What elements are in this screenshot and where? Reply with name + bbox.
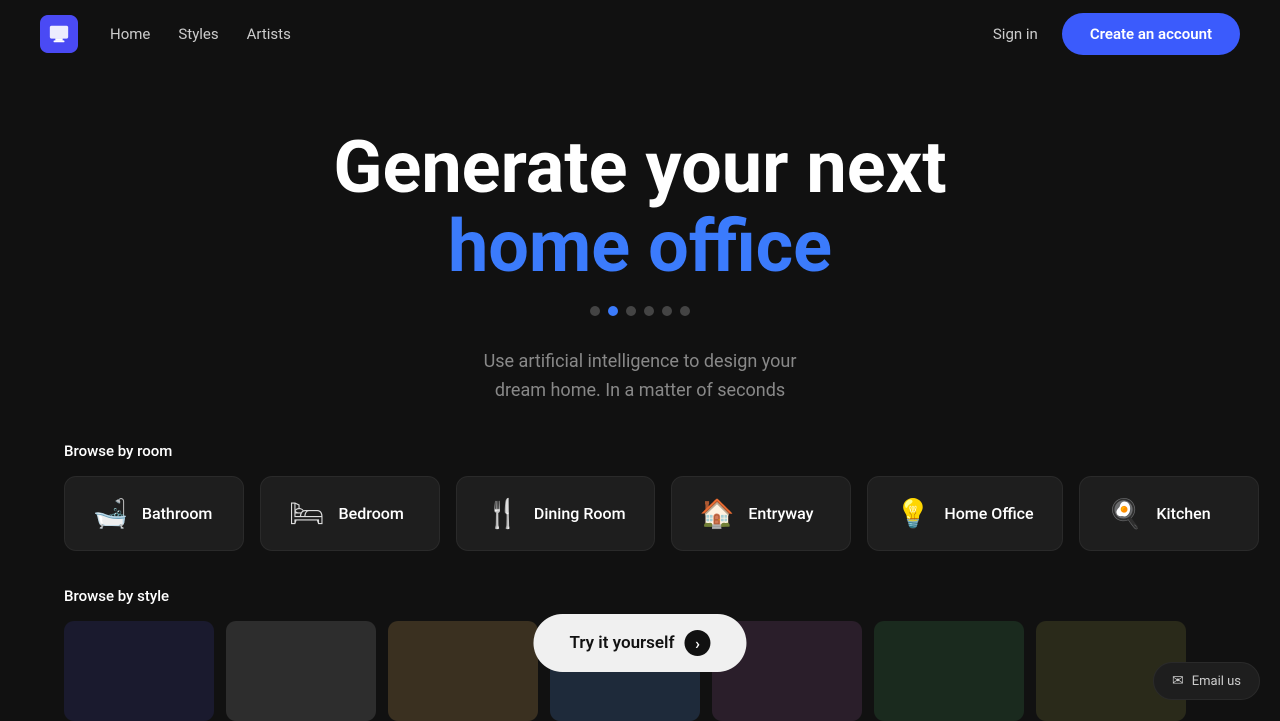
dot-4[interactable] (644, 306, 654, 316)
dot-1[interactable] (590, 306, 600, 316)
hero-title-line1: Generate your next (333, 125, 946, 210)
dot-6[interactable] (680, 306, 690, 316)
hero-subtitle-line1: Use artificial intelligence to design yo… (484, 351, 797, 372)
dining-room-label: Dining Room (534, 504, 626, 523)
bedroom-icon: 🛏 (289, 497, 325, 530)
room-card-entryway[interactable]: 🏠 Entryway (671, 476, 851, 551)
room-card-home-office[interactable]: 💡 Home Office (867, 476, 1063, 551)
room-card-kitchen[interactable]: 🍳 Kitchen (1079, 476, 1259, 551)
room-card-dining-room[interactable]: 🍴 Dining Room (456, 476, 655, 551)
try-button-arrow: › (685, 630, 711, 656)
nav-right: Sign in Create an account (993, 13, 1240, 55)
style-thumb-6[interactable] (874, 621, 1024, 721)
hero-subtitle-line2: dream home. In a matter of seconds (495, 380, 785, 401)
nav-link-styles[interactable]: Styles (178, 25, 218, 43)
kitchen-label: Kitchen (1156, 504, 1210, 523)
entryway-icon: 🏠 (700, 497, 735, 530)
try-button-label: Try it yourself (569, 633, 674, 653)
navbar: Home Styles Artists Sign in Create an ac… (0, 0, 1280, 68)
browse-room-title: Browse by room (64, 442, 1216, 460)
dining-room-icon: 🍴 (485, 497, 520, 530)
home-office-icon: 💡 (896, 497, 931, 530)
kitchen-icon: 🍳 (1108, 497, 1143, 530)
sign-in-button[interactable]: Sign in (993, 25, 1038, 43)
style-thumb-2[interactable] (226, 621, 376, 721)
browse-style-title: Browse by style (64, 587, 1216, 605)
logo[interactable] (40, 15, 78, 53)
entryway-label: Entryway (748, 504, 813, 523)
email-us-label: Email us (1192, 674, 1241, 689)
room-card-bathroom[interactable]: 🛁 Bathroom (64, 476, 244, 551)
logo-icon (48, 23, 70, 45)
try-button-wrapper: Try it yourself › (533, 614, 746, 672)
browse-room-section: Browse by room 🛁 Bathroom 🛏 Bedroom 🍴 Di… (0, 442, 1280, 551)
style-thumb-3[interactable] (388, 621, 538, 721)
carousel-dots (0, 306, 1280, 316)
style-thumb-1[interactable] (64, 621, 214, 721)
hero-title-accent: home office (448, 204, 832, 289)
nav-link-home[interactable]: Home (110, 25, 150, 43)
nav-link-artists[interactable]: Artists (247, 25, 291, 43)
home-office-label: Home Office (944, 504, 1033, 523)
bathroom-icon: 🛁 (93, 497, 128, 530)
try-yourself-button[interactable]: Try it yourself › (533, 614, 746, 672)
room-card-bedroom[interactable]: 🛏 Bedroom (260, 476, 440, 551)
hero-subtitle: Use artificial intelligence to design yo… (0, 348, 1280, 406)
bedroom-label: Bedroom (339, 504, 404, 523)
hero-title: Generate your next home office (0, 128, 1280, 286)
hero-section: Generate your next home office Use artif… (0, 68, 1280, 406)
create-account-button[interactable]: Create an account (1062, 13, 1240, 55)
nav-left: Home Styles Artists (40, 15, 291, 53)
dot-2[interactable] (608, 306, 618, 316)
nav-links: Home Styles Artists (110, 25, 291, 43)
email-us-button[interactable]: ✉ Email us (1153, 662, 1260, 700)
room-cards-list: 🛁 Bathroom 🛏 Bedroom 🍴 Dining Room 🏠 Ent… (64, 476, 1216, 551)
dot-5[interactable] (662, 306, 672, 316)
bathroom-label: Bathroom (142, 504, 213, 523)
email-icon: ✉ (1172, 673, 1184, 689)
dot-3[interactable] (626, 306, 636, 316)
